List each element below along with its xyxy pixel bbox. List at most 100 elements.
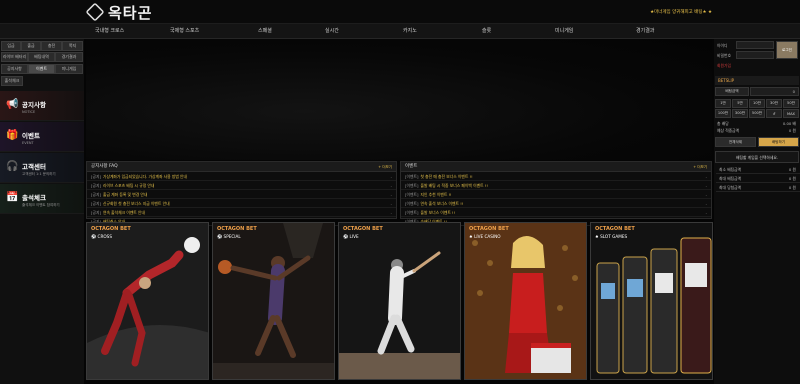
min-bet-row: 최소 배팅금액 0 원 bbox=[716, 165, 800, 174]
notice-row[interactable]: [공지] 라이브 스포츠 배팅 시 규정 안내 - bbox=[87, 181, 396, 190]
nav-item-minigame[interactable]: 미니게임 bbox=[555, 27, 573, 34]
notice-board-tabs[interactable]: 공지사항 FAQ bbox=[91, 164, 118, 169]
join-link[interactable]: 회원가입 bbox=[717, 63, 731, 69]
headset-icon: 🎧 bbox=[6, 161, 19, 172]
promo-support[interactable]: 🎧 고객센터 고객센터 1:1 문의하기 bbox=[0, 153, 84, 183]
bet-history-button[interactable]: 배팅내역 bbox=[28, 52, 55, 62]
charge-label: 충전 bbox=[47, 43, 56, 48]
event-board-tabs[interactable]: 이벤트 bbox=[405, 164, 417, 169]
marquee-text: ★마너게임 양귀해피고 배팅★ ★ bbox=[650, 10, 712, 15]
bet-history-label: 배팅내역 bbox=[34, 54, 49, 59]
card-cross[interactable]: OCTAGON BET ⚽ CROSS bbox=[86, 222, 209, 380]
bet-chip-button[interactable]: ↺ bbox=[766, 109, 782, 118]
event-row-title[interactable]: 돌발 보너스 이벤트 !! bbox=[420, 210, 455, 215]
live-battery-label: 라이브 배터리 bbox=[2, 54, 27, 59]
top-header: 옥타곤 ★마너게임 양귀해피고 배팅★ ★ bbox=[0, 0, 800, 24]
event-row-title[interactable]: 첫 충전 매 충전 보너스 이벤트 !! bbox=[420, 174, 472, 179]
login-button[interactable]: 로그인 bbox=[776, 41, 798, 59]
withdraw-button[interactable]: 출금 bbox=[21, 41, 41, 51]
attendance-label: 출석체크 bbox=[4, 78, 20, 83]
nav-item-special[interactable]: 스페셜 bbox=[258, 27, 272, 34]
notice-row-category: [공지] bbox=[91, 210, 101, 215]
attendance-button[interactable]: 출석체크 bbox=[1, 76, 23, 86]
max-bet-row: 최대 배팅금액 0 원 bbox=[716, 174, 800, 183]
card-live[interactable]: OCTAGON BET ⚽ LIVE bbox=[338, 222, 461, 380]
notice-row-date: - bbox=[390, 201, 392, 206]
bet-chip-button[interactable]: 100만 bbox=[715, 109, 731, 118]
page: 옥타곤 ★마너게임 양귀해피고 배팅★ ★ 국내형 크로스 국제형 스포츠 스페… bbox=[0, 0, 800, 384]
max-win-label: 최대 당첨금액 bbox=[719, 185, 742, 190]
card-live-casino-title: ♠ LIVE CASINO bbox=[469, 234, 501, 239]
results-button[interactable]: 경기결과 bbox=[55, 52, 83, 62]
deposit-label: 입금 bbox=[7, 43, 15, 48]
card-slot-games[interactable]: OCTAGON BET ♠ SLOT GAMES bbox=[590, 222, 713, 380]
promo-notice[interactable]: 📢 공지사항 NOTICE bbox=[0, 91, 84, 121]
notice-row[interactable]: [공지] 신규회원 첫 충전 보너스 지급 이벤트 안내 - bbox=[87, 199, 396, 208]
expected-win-label: 예상 적중금액 bbox=[717, 128, 740, 133]
notice-row[interactable]: [공지] 출금 계좌 등록 및 변경 안내 - bbox=[87, 190, 396, 199]
promo-event[interactable]: 🎁 이벤트 EVENT bbox=[0, 122, 84, 152]
minigame-button[interactable]: 미니게임 bbox=[55, 64, 83, 74]
notice-row-title[interactable]: 가상계좌가 입금되었습니다. 가상계좌 사용 방법 안내 bbox=[103, 174, 187, 179]
max-bet-value: 0 원 bbox=[788, 176, 796, 181]
card-live-casino[interactable]: OCTAGON BET ♠ LIVE CASINO bbox=[464, 222, 587, 380]
notice-row[interactable]: [공지] 가상계좌가 입금되었습니다. 가상계좌 사용 방법 안내 - bbox=[87, 172, 396, 181]
notice-row-title[interactable]: 연속 출석체크 이벤트 안내 bbox=[103, 210, 145, 215]
deposit-button[interactable]: 입금 bbox=[1, 41, 21, 51]
bet-chip-button[interactable]: 500만 bbox=[749, 109, 765, 118]
event-label: 이벤트 bbox=[35, 66, 48, 71]
promo-attendance[interactable]: 📅 출석체크 출석체크 이벤트 참여하기 bbox=[0, 184, 84, 214]
notice-row-date: - bbox=[390, 183, 392, 188]
notice-row-title[interactable]: 출금 계좌 등록 및 변경 안내 bbox=[103, 192, 147, 197]
nav-item-domestic-cross[interactable]: 국내형 크로스 bbox=[95, 27, 124, 34]
nav-item-casino[interactable]: 카지노 bbox=[403, 27, 417, 34]
event-row-title[interactable]: 돌발 배팅 시 적중 보너스 페이백 이벤트 !! bbox=[420, 183, 487, 188]
event-row[interactable]: [이벤트] 첫 충전 매 충전 보너스 이벤트 !! - bbox=[401, 172, 711, 181]
nav-item-slot[interactable]: 슬롯 bbox=[482, 27, 491, 34]
bet-amount-input[interactable]: 0 bbox=[750, 87, 799, 96]
notice-row[interactable]: [공지] 연속 출석체크 이벤트 안내 - bbox=[87, 208, 396, 217]
event-row[interactable]: [이벤트] 연속 출석 보너스 이벤트 !! - bbox=[401, 199, 711, 208]
event-row[interactable]: [이벤트] 지인 추천 이벤트 !! - bbox=[401, 190, 711, 199]
event-row-category: [이벤트] bbox=[405, 201, 419, 206]
results-label: 경기결과 bbox=[61, 54, 77, 59]
notice-label: 공지사항 bbox=[7, 66, 22, 71]
left-sidebar: 입금 출금 충전 쪽지 라이브 배터리 배팅내역 경기결과 공지사항 이벤트 미… bbox=[0, 39, 84, 384]
id-input[interactable] bbox=[736, 41, 774, 49]
notice-row-category: [공지] bbox=[91, 174, 101, 179]
min-bet-label: 최소 배팅금액 bbox=[719, 167, 742, 172]
notice-button[interactable]: 공지사항 bbox=[1, 64, 28, 74]
card-slot-games-title: ♠ SLOT GAMES bbox=[595, 234, 628, 239]
charge-button[interactable]: 충전 bbox=[41, 41, 62, 51]
event-row-title[interactable]: 연속 출석 보너스 이벤트 !! bbox=[420, 201, 463, 206]
card-special-brand: OCTAGON BET bbox=[217, 226, 257, 232]
bet-chip-button[interactable]: 300만 bbox=[732, 109, 748, 118]
event-row-title[interactable]: 지인 추천 이벤트 !! bbox=[420, 192, 451, 197]
event-row[interactable]: [이벤트] 돌발 보너스 이벤트 !! - bbox=[401, 208, 711, 217]
notice-more-link[interactable]: + 더보기 bbox=[378, 162, 392, 172]
bet-chip-button[interactable]: 10만 bbox=[749, 99, 765, 108]
event-row[interactable]: [이벤트] 돌발 배팅 시 적중 보너스 페이백 이벤트 !! - bbox=[401, 181, 711, 190]
event-more-link[interactable]: + 더보기 bbox=[693, 162, 707, 172]
reset-button[interactable]: 전체삭제 bbox=[715, 137, 756, 147]
reset-label: 전체삭제 bbox=[728, 139, 743, 144]
live-battery-button[interactable]: 라이브 배터리 bbox=[1, 52, 28, 62]
event-row-category: [이벤트] bbox=[405, 192, 419, 197]
nav-item-live[interactable]: 실시간 bbox=[325, 27, 339, 34]
card-special[interactable]: OCTAGON BET ⚽ SPECIAL bbox=[212, 222, 335, 380]
password-input[interactable] bbox=[736, 51, 774, 59]
bet-chip-button[interactable]: 1만 bbox=[715, 99, 731, 108]
nav-item-international-sports[interactable]: 국제형 스포츠 bbox=[170, 27, 199, 34]
promo-attendance-sub: 출석체크 이벤트 참여하기 bbox=[22, 203, 60, 207]
notice-row-title[interactable]: 신규회원 첫 충전 보너스 지급 이벤트 안내 bbox=[103, 201, 170, 206]
event-button[interactable]: 이벤트 bbox=[28, 64, 55, 74]
bet-chip-button[interactable]: MAX bbox=[783, 109, 799, 118]
notice-row-title[interactable]: 라이브 스포츠 배팅 시 규정 안내 bbox=[103, 183, 154, 188]
message-button[interactable]: 쪽지 bbox=[62, 41, 83, 51]
nav-item-results[interactable]: 경기결과 bbox=[636, 27, 654, 34]
place-bet-button[interactable]: 배팅하기 bbox=[758, 137, 799, 147]
bet-chip-button[interactable]: 30만 bbox=[766, 99, 782, 108]
logo[interactable]: 옥타곤 bbox=[85, 2, 152, 22]
bet-chip-button[interactable]: 50만 bbox=[783, 99, 799, 108]
bet-chip-button[interactable]: 5만 bbox=[732, 99, 748, 108]
